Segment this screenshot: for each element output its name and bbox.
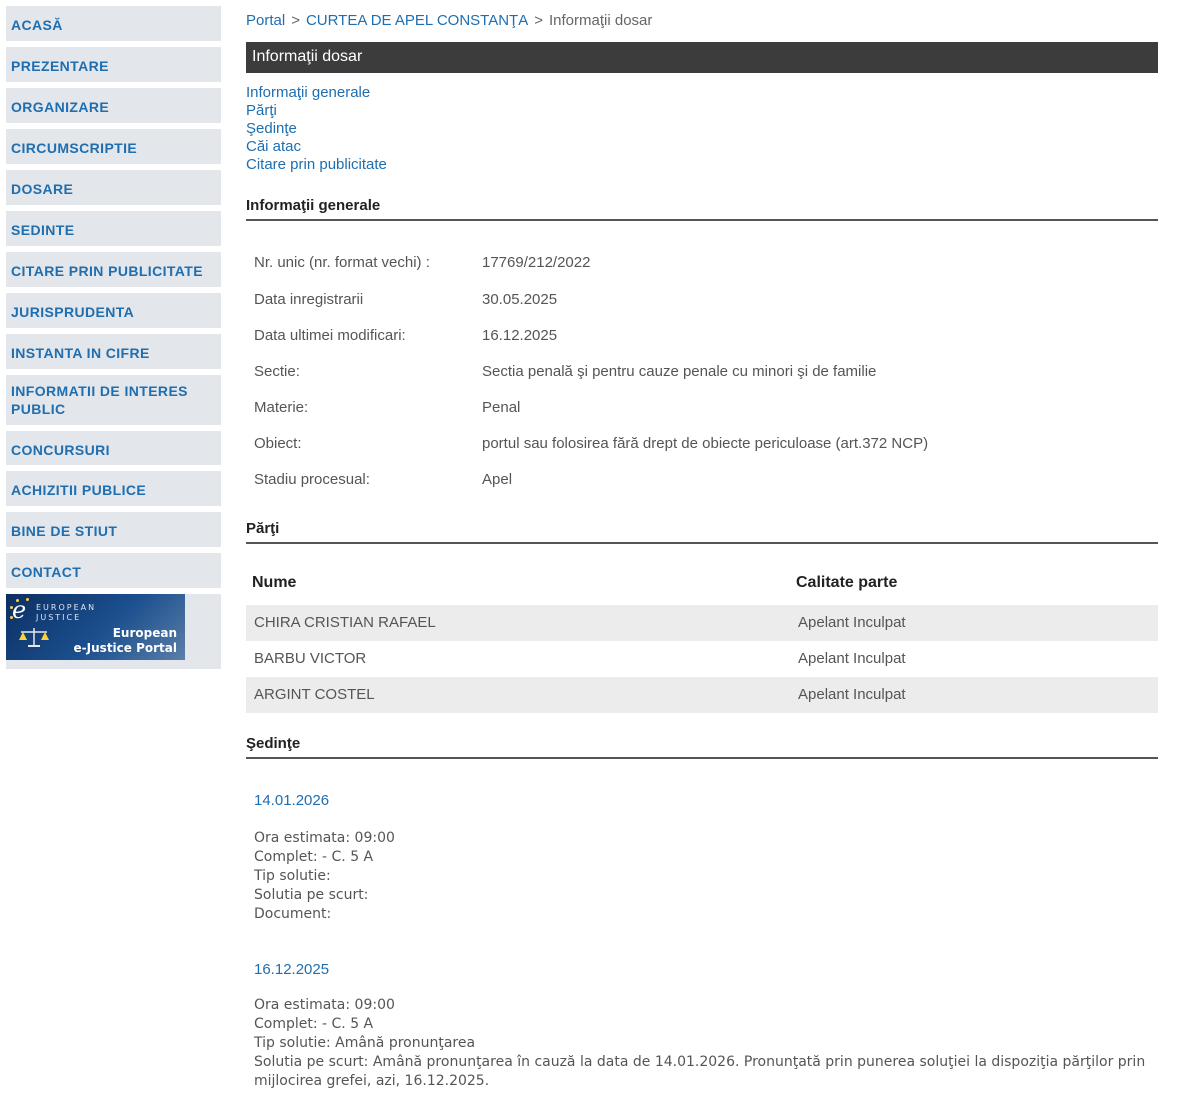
hearing-ora: Ora estimata: 09:00 <box>254 830 395 846</box>
sidebar-item-circumscriptie[interactable]: CIRCUMSCRIPTIE <box>6 129 221 164</box>
info-label: Data ultimei modificari: <box>254 327 406 344</box>
parties-table-header: Nume Calitate parte <box>246 574 1158 598</box>
banner-container: e EUROPEAN JUSTICE European e-Justice Po… <box>6 594 221 669</box>
sidebar-item-bine-de-stiut[interactable]: BINE DE STIUT <box>6 512 221 547</box>
breadcrumb-portal-link[interactable]: Portal <box>246 12 285 29</box>
party-name: CHIRA CRISTIAN RAFAEL <box>254 614 436 631</box>
star-icon <box>26 598 29 601</box>
info-value: Apel <box>482 471 513 488</box>
sidebar-item-instanta-cifre[interactable]: INSTANTA IN CIFRE <box>6 334 221 369</box>
breadcrumb-current: Informaţii dosar <box>549 12 653 29</box>
ejustice-portal-banner[interactable]: e EUROPEAN JUSTICE European e-Justice Po… <box>6 594 185 660</box>
column-header-calitate: Calitate parte <box>796 574 898 591</box>
link-citare-publicitate[interactable]: Citare prin publicitate <box>246 156 387 174</box>
hearing-date: 16.12.2025 <box>254 961 330 978</box>
hearing-details: Ora estimata: 09:00 Complet: - C. 5 A Ti… <box>254 829 1154 924</box>
party-role: Apelant Inculpat <box>798 650 906 667</box>
sidebar-item-jurisprudenta[interactable]: JURISPRUDENTA <box>6 293 221 328</box>
info-label: Materie: <box>254 399 309 416</box>
info-label: Sectie: <box>254 363 300 380</box>
hearing-details: Ora estimata: 09:00 Complet: - C. 5 A Ti… <box>254 996 1154 1091</box>
ejustice-logo-icon: e <box>12 596 27 624</box>
party-role: Apelant Inculpat <box>798 614 906 631</box>
table-row: CHIRA CRISTIAN RAFAEL Apelant Inculpat <box>246 605 1158 641</box>
column-header-nume: Nume <box>252 574 297 591</box>
section-anchor-links: Informaţii generale Părţi Şedinţe Căi at… <box>246 84 387 174</box>
banner-small-text-2: JUSTICE <box>36 613 82 622</box>
hearing-solutia: Solutia pe scurt: <box>254 887 369 903</box>
sidebar-item-concursuri[interactable]: CONCURSURI <box>6 431 221 465</box>
table-row: BARBU VICTOR Apelant Inculpat <box>246 641 1158 677</box>
link-parti[interactable]: Părţi <box>246 102 387 120</box>
hearing-date: 14.01.2026 <box>254 792 330 809</box>
info-value: 30.05.2025 <box>482 291 558 308</box>
sidebar-item-interes-public[interactable]: INFORMATII DE INTERES PUBLIC <box>6 375 221 425</box>
info-label: Obiect: <box>254 435 302 452</box>
sidebar-item-acasa[interactable]: ACASĂ <box>6 6 221 41</box>
info-value: 16.12.2025 <box>482 327 558 344</box>
breadcrumb-court-link[interactable]: CURTEA DE APEL CONSTANŢA <box>306 12 528 29</box>
link-cai-atac[interactable]: Căi atac <box>246 138 387 156</box>
breadcrumb-separator: > <box>534 12 543 29</box>
banner-small-text-1: EUROPEAN <box>36 603 97 612</box>
info-label: Stadiu procesual: <box>254 471 370 488</box>
party-role: Apelant Inculpat <box>798 686 906 703</box>
hearing-solutia: Solutia pe scurt: Amână pronunţarea în c… <box>254 1054 1146 1089</box>
info-value: 17769/212/2022 <box>482 254 591 271</box>
table-row: ARGINT COSTEL Apelant Inculpat <box>246 677 1158 713</box>
hearing-tip-solutie: Tip solutie: <box>254 868 331 884</box>
banner-line-2: e-Justice Portal <box>73 641 177 655</box>
sidebar-item-prezentare[interactable]: PREZENTARE <box>6 47 221 82</box>
page-title: Informaţii dosar <box>246 42 1158 73</box>
hearing-document: Document: <box>254 906 332 922</box>
info-label: Data inregistrarii <box>254 291 364 308</box>
link-informatii-generale[interactable]: Informaţii generale <box>246 84 387 102</box>
sidebar-item-citare[interactable]: CITARE PRIN PUBLICITATE <box>6 252 221 287</box>
section-heading-parti: Părţi <box>246 520 1158 544</box>
info-value: portul sau folosirea fără drept de obiec… <box>482 435 929 452</box>
scales-icon <box>19 628 49 647</box>
info-value: Sectia penală şi pentru cauze penale cu … <box>482 363 877 380</box>
banner-line-1: European <box>112 626 177 640</box>
party-name: BARBU VICTOR <box>254 650 367 667</box>
sidebar-item-achizitii[interactable]: ACHIZITII PUBLICE <box>6 471 221 506</box>
sidebar-nav: ACASĂ PREZENTARE ORGANIZARE CIRCUMSCRIPT… <box>6 6 221 669</box>
sidebar-item-sedinte[interactable]: SEDINTE <box>6 211 221 246</box>
section-heading-general: Informaţii generale <box>246 197 1158 221</box>
info-label: Nr. unic (nr. format vechi) : <box>254 254 430 271</box>
star-icon <box>10 616 13 619</box>
info-value: Penal <box>482 399 521 416</box>
party-name: ARGINT COSTEL <box>254 686 375 703</box>
section-heading-sedinte: Şedinţe <box>246 735 1158 759</box>
sidebar-item-contact[interactable]: CONTACT <box>6 553 221 588</box>
breadcrumb-separator: > <box>291 12 300 29</box>
link-sedinte[interactable]: Şedinţe <box>246 120 387 138</box>
hearing-tip-solutie: Tip solutie: Amână pronunţarea <box>254 1035 476 1051</box>
sidebar-item-dosare[interactable]: DOSARE <box>6 170 221 205</box>
hearing-complet: Complet: - C. 5 A <box>254 1016 374 1032</box>
star-icon <box>16 599 19 602</box>
hearing-complet: Complet: - C. 5 A <box>254 849 374 865</box>
sidebar-item-organizare[interactable]: ORGANIZARE <box>6 88 221 123</box>
hearing-ora: Ora estimata: 09:00 <box>254 997 395 1013</box>
star-icon <box>10 606 13 609</box>
breadcrumb: Portal > CURTEA DE APEL CONSTANŢA > Informaţ… <box>246 12 652 29</box>
